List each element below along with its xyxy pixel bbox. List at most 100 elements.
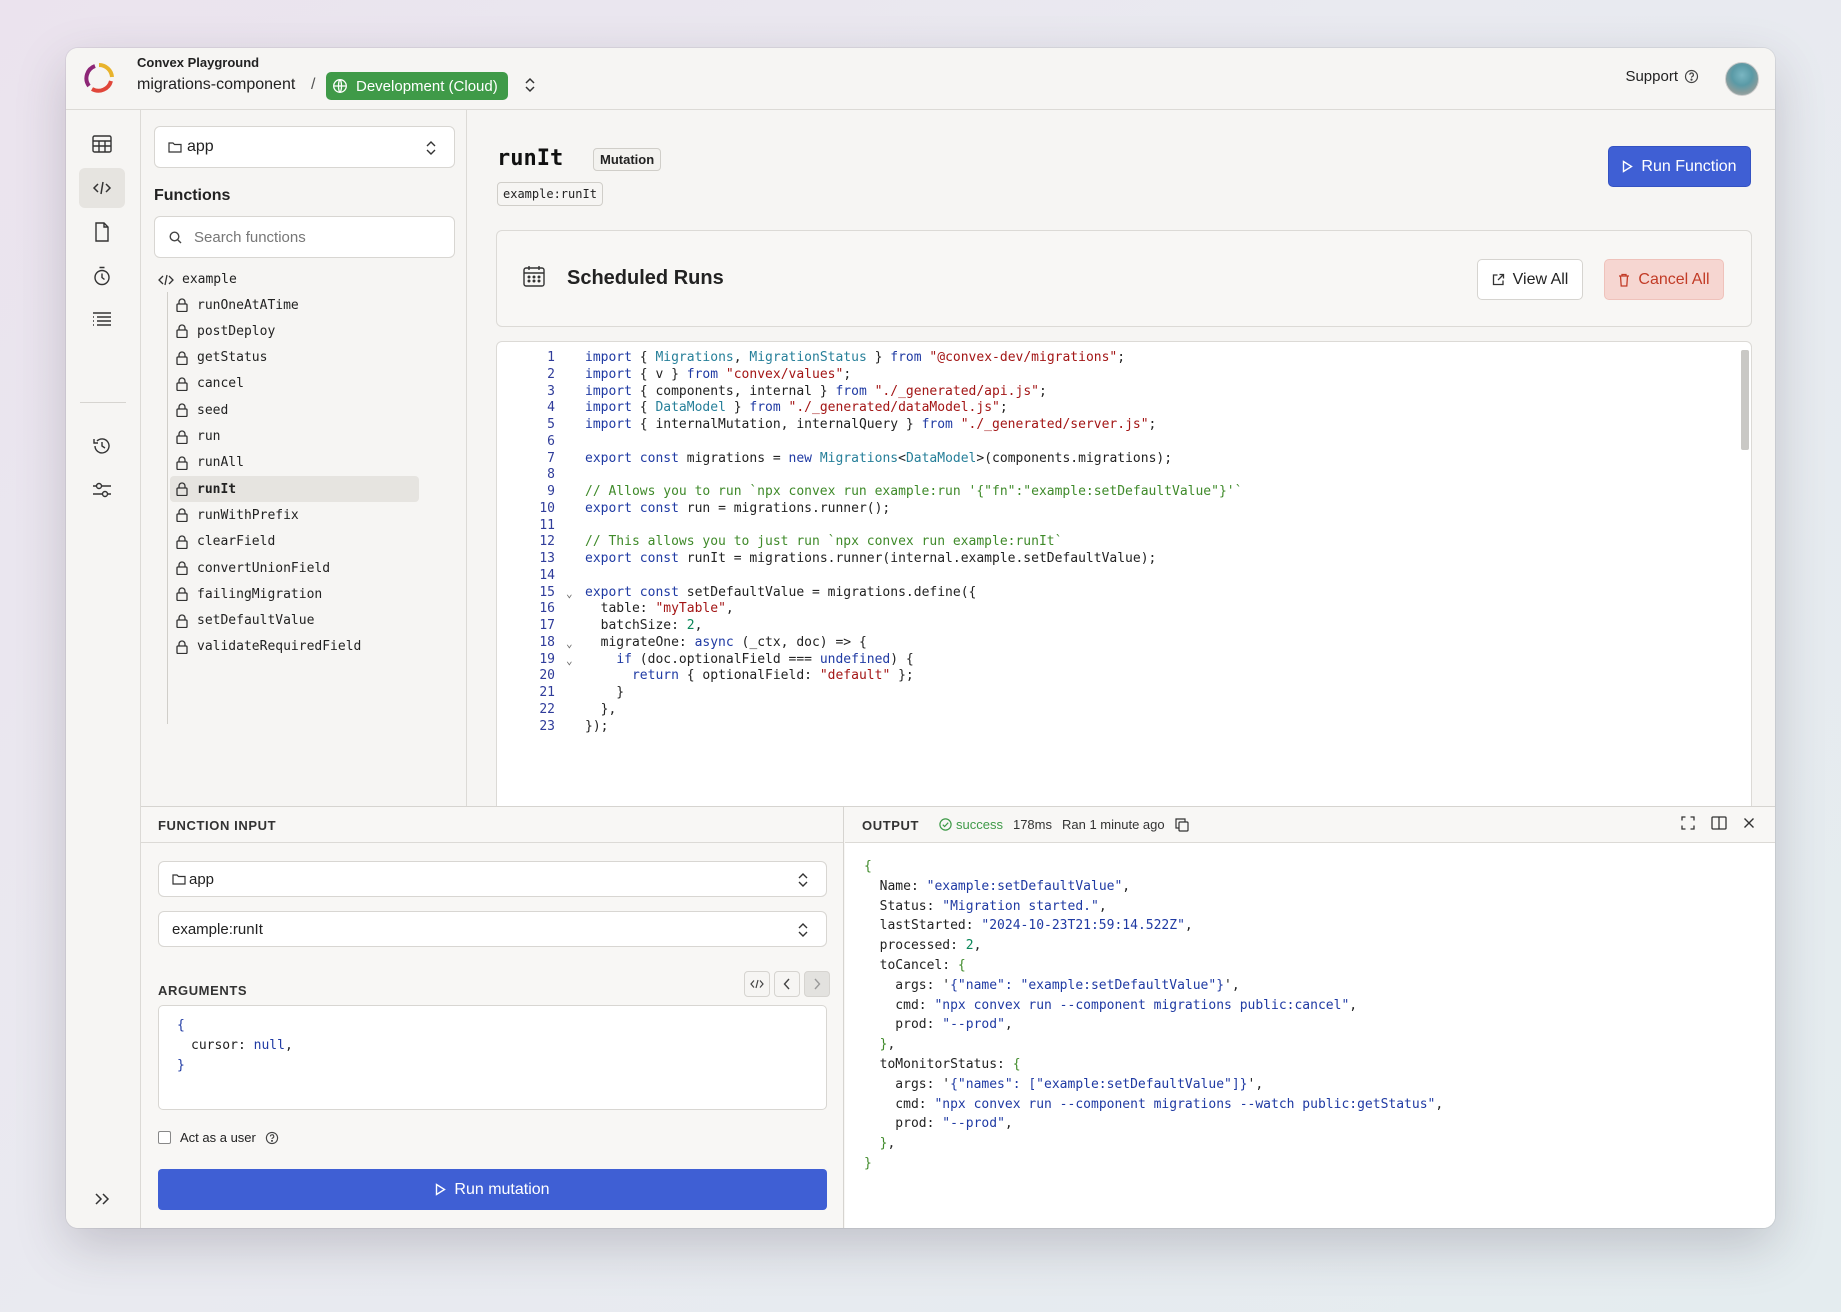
globe-icon — [333, 79, 347, 93]
rail-divider — [80, 402, 126, 403]
help-circle-icon[interactable] — [265, 1131, 279, 1145]
view-all-button[interactable]: View All — [1477, 259, 1583, 300]
out-monitor-args: {"names": ["example:setDefaultValue"]} — [950, 1076, 1248, 1092]
close-icon[interactable] — [1743, 816, 1755, 830]
cancel-all-button[interactable]: Cancel All — [1604, 259, 1724, 300]
input-component-value: app — [189, 870, 215, 888]
logs-icon[interactable] — [79, 300, 125, 340]
lock-icon — [176, 456, 188, 470]
function-item-label: setDefaultValue — [197, 613, 315, 629]
function-item-postDeploy[interactable]: postDeploy — [170, 318, 419, 344]
history-icon[interactable] — [79, 426, 125, 466]
app-window: Convex Playground migrations-component /… — [66, 48, 1775, 1228]
component-select[interactable]: app — [154, 126, 455, 168]
environment-label: Development (Cloud) — [356, 77, 498, 95]
run-function-button[interactable]: Run Function — [1608, 146, 1751, 187]
help-circle-icon — [1684, 69, 1699, 84]
args-close-brace: } — [177, 1058, 185, 1073]
arguments-label: ARGUMENTS — [158, 983, 248, 998]
out-last-started: "2024-10-23T21:59:14.522Z" — [981, 918, 1185, 934]
function-item-validateRequiredField[interactable]: validateRequiredField — [170, 634, 419, 660]
function-item-seed[interactable]: seed — [170, 397, 419, 423]
scheduled-runs-title: Scheduled Runs — [567, 267, 724, 289]
arguments-editor[interactable]: { cursor: null, } — [158, 1005, 827, 1110]
line-number: 23 — [539, 718, 555, 734]
data-icon[interactable] — [79, 124, 125, 164]
function-path[interactable]: example:runIt — [497, 182, 603, 206]
expand-sidebar-icon[interactable] — [94, 1192, 112, 1206]
function-type-badge: Mutation — [593, 148, 662, 171]
lock-icon — [176, 298, 188, 312]
input-function-value: example:runIt — [172, 920, 263, 938]
settings-icon[interactable] — [79, 470, 125, 510]
code-icon — [158, 274, 174, 285]
act-as-user-row[interactable]: Act as a user — [158, 1130, 279, 1145]
search-input[interactable] — [194, 228, 434, 246]
duration: 178ms — [1012, 817, 1052, 832]
function-input-header: FUNCTION INPUT — [141, 807, 843, 843]
previous-args-button[interactable] — [774, 971, 800, 997]
search-box[interactable] — [154, 216, 455, 258]
input-component-select[interactable]: app — [158, 861, 827, 897]
environment-badge[interactable]: Development (Cloud) — [326, 72, 508, 100]
lock-icon — [176, 403, 188, 418]
run-mutation-button[interactable]: Run mutation — [158, 1169, 827, 1210]
function-item-setDefaultValue[interactable]: setDefaultValue — [170, 608, 419, 634]
fullscreen-icon[interactable] — [1681, 816, 1695, 830]
next-args-button[interactable] — [804, 971, 830, 997]
chevron-up-down-icon[interactable] — [524, 76, 536, 94]
project-name[interactable]: migrations-component — [137, 76, 295, 94]
function-item-label: runOneAtATime — [197, 297, 299, 313]
function-item-label: runIt — [197, 481, 237, 497]
chevron-right-icon — [814, 978, 821, 990]
split-view-icon[interactable] — [1711, 816, 1727, 830]
schedules-icon[interactable] — [79, 256, 125, 296]
function-item-failingMigration[interactable]: failingMigration — [170, 581, 419, 607]
args-key: cursor — [191, 1038, 238, 1053]
lock-icon — [176, 508, 188, 523]
view-all-label: View All — [1512, 270, 1569, 288]
play-icon — [1623, 160, 1634, 173]
out-name: "example:setDefaultValue" — [926, 878, 1123, 894]
user-avatar[interactable] — [1725, 62, 1759, 96]
play-icon — [436, 1183, 447, 1196]
function-item-runAll[interactable]: runAll — [170, 450, 419, 476]
convex-logo[interactable] — [83, 62, 115, 94]
function-item-label: runAll — [197, 455, 244, 471]
function-item-label: clearField — [197, 534, 276, 550]
function-item-cancel[interactable]: cancel — [170, 371, 419, 397]
function-item-getStatus[interactable]: getStatus — [170, 345, 419, 371]
status-text: success — [956, 817, 1003, 832]
function-item-label: failingMigration — [197, 586, 323, 602]
trash-icon — [1619, 273, 1630, 287]
act-as-user-checkbox[interactable] — [158, 1131, 171, 1144]
main-content: runIt Mutation example:runIt Run Functio… — [467, 110, 1775, 811]
code-viewer[interactable]: 1 import { Migrations, MigrationStatus } … — [496, 341, 1752, 811]
args-line: cursor: null, — [191, 1038, 293, 1053]
function-input-panel: FUNCTION INPUT app example:runIt ARGUMEN… — [141, 807, 844, 1228]
breadcrumb-separator: / — [311, 76, 316, 93]
support-link[interactable]: Support — [1625, 68, 1699, 85]
function-item-label: seed — [197, 402, 229, 418]
search-icon — [169, 230, 182, 243]
folder-icon — [172, 874, 186, 885]
module-example[interactable]: example — [158, 272, 237, 287]
input-function-select[interactable]: example:runIt — [158, 911, 827, 947]
copy-icon[interactable] — [1175, 817, 1189, 832]
function-item-runOneAtATime[interactable]: runOneAtATime — [170, 292, 419, 318]
output-json[interactable]: { Name: "example:setDefaultValue", Statu… — [864, 857, 1443, 1174]
lock-icon — [176, 587, 188, 602]
files-icon[interactable] — [79, 212, 125, 252]
output-panel: OUTPUT success 178ms Ran 1 minute ago { — [845, 807, 1775, 1228]
lock-icon — [176, 482, 188, 497]
chevron-up-down-icon — [798, 873, 808, 887]
functions-icon[interactable] — [79, 168, 125, 208]
function-item-run[interactable]: run — [170, 424, 419, 450]
code-view-button[interactable] — [744, 971, 770, 997]
function-item-label: run — [197, 429, 221, 444]
function-item-clearField[interactable]: clearField — [170, 529, 419, 555]
function-item-runWithPrefix[interactable]: runWithPrefix — [170, 502, 419, 528]
function-item-convertUnionField[interactable]: convertUnionField — [170, 555, 419, 581]
function-item-runIt[interactable]: runIt — [170, 476, 419, 503]
output-label: OUTPUT — [862, 818, 920, 833]
